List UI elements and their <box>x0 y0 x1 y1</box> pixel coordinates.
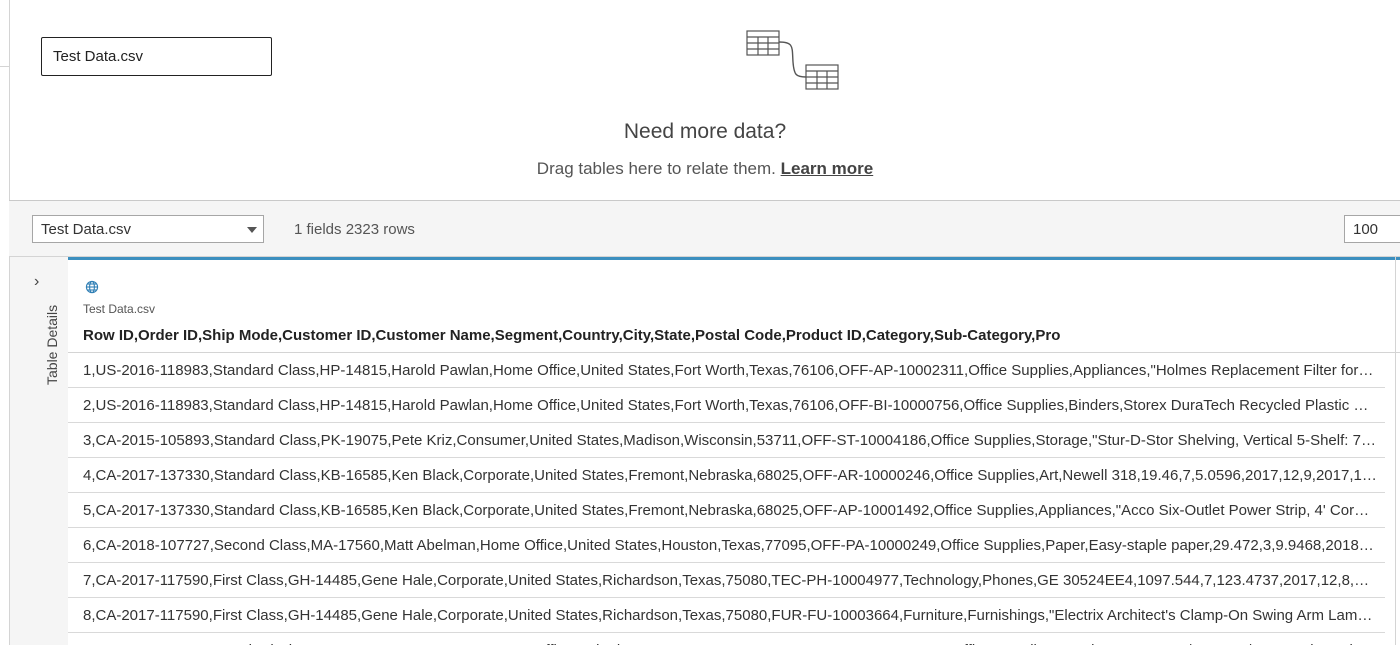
table-cell: 2,US-2016-118983,Standard Class,HP-14815… <box>83 396 1377 414</box>
logical-table-pill[interactable]: Test Data.csv <box>41 37 272 76</box>
table-row[interactable]: 6,CA-2018-107727,Second Class,MA-17560,M… <box>68 528 1385 563</box>
data-grid-toolbar: Test Data.csv 1 fields 2323 rows 100 <box>9 200 1400 257</box>
table-row[interactable]: 1,US-2016-118983,Standard Class,HP-14815… <box>68 353 1385 388</box>
table-cell: 3,CA-2015-105893,Standard Class,PK-19075… <box>83 431 1377 449</box>
grid-right-border <box>1395 257 1396 645</box>
related-tables-icon <box>746 30 839 90</box>
table-details-panel[interactable]: › Table Details <box>9 257 69 645</box>
table-select-value: Test Data.csv <box>41 220 132 238</box>
column-header[interactable]: Row ID,Order ID,Ship Mode,Customer ID,Cu… <box>83 327 1060 344</box>
table-cell: 6,CA-2018-107727,Second Class,MA-17560,M… <box>83 536 1377 554</box>
logical-table-label: Test Data.csv <box>53 48 144 65</box>
table-row[interactable]: 5,CA-2017-137330,Standard Class,KB-16585… <box>68 493 1385 528</box>
table-cell: 8,CA-2017-117590,First Class,GH-14485,Ge… <box>83 606 1377 624</box>
grid-header: Test Data.csv Row ID,Order ID,Ship Mode,… <box>68 260 1400 353</box>
globe-icon <box>85 280 99 294</box>
source-table-label: Test Data.csv <box>83 302 156 316</box>
table-row[interactable]: 8,CA-2017-117590,First Class,GH-14485,Ge… <box>68 598 1385 633</box>
learn-more-link[interactable]: Learn more <box>781 159 874 178</box>
table-row[interactable]: 9,CA-2016-117415,Standard Class,SN-20710… <box>68 633 1385 645</box>
table-select[interactable]: Test Data.csv <box>32 215 264 243</box>
row-limit-input[interactable]: 100 <box>1344 215 1400 243</box>
relationship-canvas[interactable]: Test Data.csv Need more data? Drag table… <box>10 0 1400 200</box>
chevron-down-icon[interactable] <box>247 227 257 233</box>
table-cell: 9,CA-2016-117415,Standard Class,SN-20710… <box>83 642 1377 645</box>
row-limit-value: 100 <box>1353 220 1379 238</box>
grid-rows: 1,US-2016-118983,Standard Class,HP-14815… <box>68 353 1400 645</box>
left-strip-divider <box>0 66 9 67</box>
chevron-right-icon[interactable]: › <box>34 273 39 291</box>
fields-rows-info: 1 fields 2323 rows <box>294 221 415 238</box>
drag-hint: Drag tables here to relate them. Learn m… <box>10 159 1400 179</box>
data-grid: Test Data.csv Row ID,Order ID,Ship Mode,… <box>68 257 1400 645</box>
table-row[interactable]: 3,CA-2015-105893,Standard Class,PK-19075… <box>68 423 1385 458</box>
table-details-label[interactable]: Table Details <box>44 305 60 385</box>
need-more-data-heading: Need more data? <box>623 120 787 143</box>
table-row[interactable]: 4,CA-2017-137330,Standard Class,KB-16585… <box>68 458 1385 493</box>
left-strip <box>0 0 10 200</box>
drag-hint-text: Drag tables here to relate them. <box>536 159 776 178</box>
table-cell: 7,CA-2017-117590,First Class,GH-14485,Ge… <box>83 571 1377 589</box>
table-cell: 1,US-2016-118983,Standard Class,HP-14815… <box>83 361 1377 379</box>
table-cell: 4,CA-2017-137330,Standard Class,KB-16585… <box>83 466 1377 484</box>
table-row[interactable]: 2,US-2016-118983,Standard Class,HP-14815… <box>68 388 1385 423</box>
table-cell: 5,CA-2017-137330,Standard Class,KB-16585… <box>83 501 1377 519</box>
table-row[interactable]: 7,CA-2017-117590,First Class,GH-14485,Ge… <box>68 563 1385 598</box>
